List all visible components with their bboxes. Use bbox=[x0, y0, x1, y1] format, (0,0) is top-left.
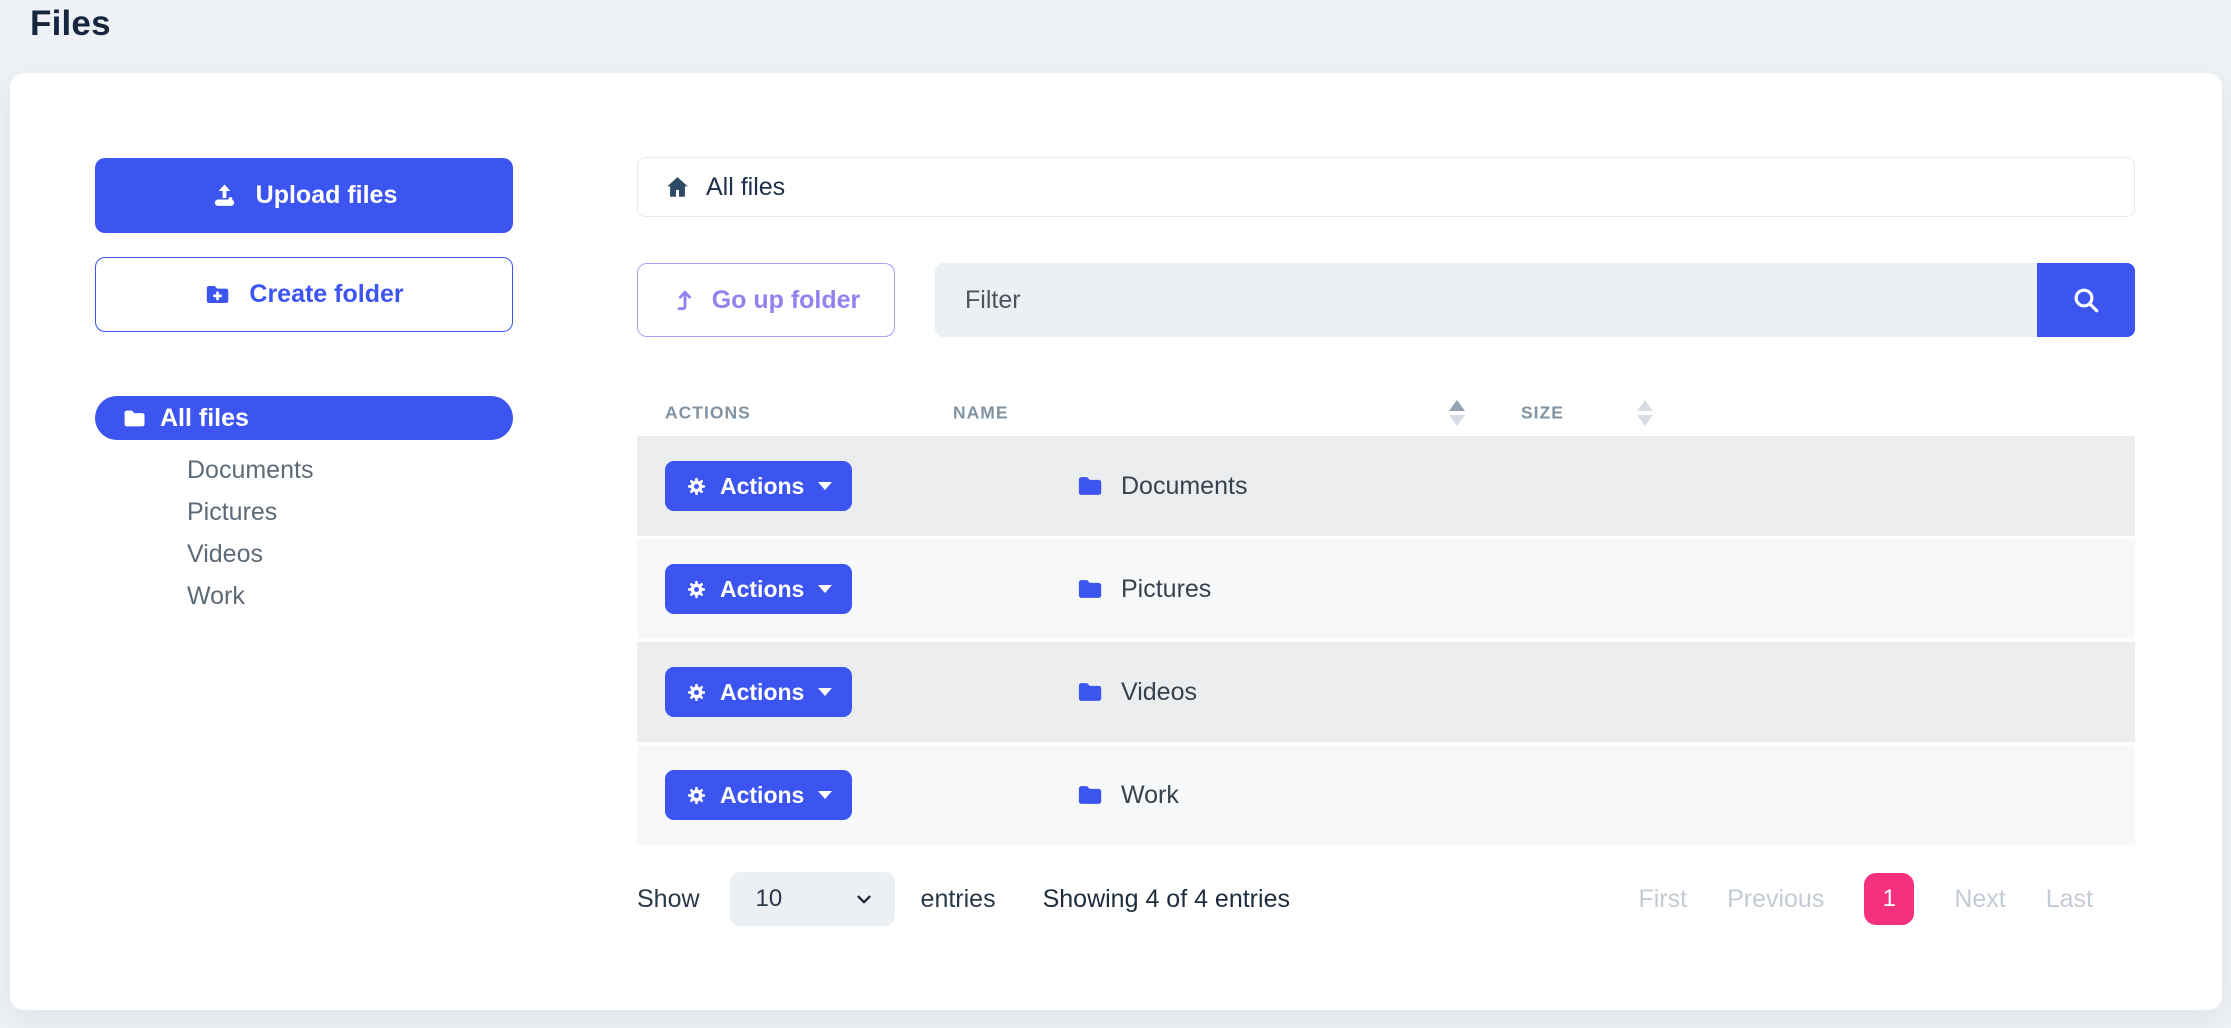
sort-desc-icon bbox=[1449, 415, 1465, 426]
row-actions-label: Actions bbox=[720, 576, 804, 603]
sort-asc-icon bbox=[1637, 400, 1653, 411]
main-panel: All files Go up folder bbox=[637, 157, 2135, 927]
table-row: Actions Documents bbox=[637, 436, 2135, 536]
table-row: Actions Work bbox=[637, 745, 2135, 845]
page-size-value: 10 bbox=[756, 885, 783, 913]
entries-label: entries bbox=[921, 885, 996, 914]
column-header-name[interactable]: NAME bbox=[953, 402, 1009, 423]
row-folder-link[interactable]: Videos bbox=[1076, 642, 1197, 742]
pagination-next-button[interactable]: Next bbox=[1954, 885, 2005, 914]
breadcrumb-label: All files bbox=[706, 173, 785, 202]
tree-item-label: Pictures bbox=[187, 498, 277, 526]
file-manager-page: Files Upload files bbox=[0, 0, 2231, 1028]
row-actions-button[interactable]: Actions bbox=[665, 667, 852, 717]
sort-desc-icon bbox=[1637, 415, 1653, 426]
tree-item-label: Work bbox=[187, 582, 245, 610]
folder-plus-icon bbox=[204, 281, 231, 308]
table-header-row: ACTIONS NAME SIZE bbox=[637, 389, 2135, 436]
row-actions-label: Actions bbox=[720, 473, 804, 500]
table-row: Actions Pictures bbox=[637, 539, 2135, 639]
create-folder-button[interactable]: Create folder bbox=[95, 257, 513, 332]
row-folder-link[interactable]: Work bbox=[1076, 745, 1179, 845]
row-actions-button[interactable]: Actions bbox=[665, 564, 852, 614]
gear-icon bbox=[685, 681, 708, 704]
gear-icon bbox=[685, 784, 708, 807]
caret-down-icon bbox=[818, 585, 832, 593]
pagination-current-page[interactable]: 1 bbox=[1864, 873, 1914, 925]
gear-icon bbox=[685, 475, 708, 498]
tree-item-folder[interactable]: Documents bbox=[95, 449, 513, 491]
tree-item-folder[interactable]: Pictures bbox=[95, 491, 513, 533]
go-up-folder-button[interactable]: Go up folder bbox=[637, 263, 895, 337]
sort-indicator-name-icon[interactable] bbox=[1449, 400, 1465, 426]
folder-icon bbox=[1076, 781, 1104, 809]
pagination-last-button[interactable]: Last bbox=[2046, 885, 2093, 914]
row-actions-button[interactable]: Actions bbox=[665, 770, 852, 820]
pagination-previous-button[interactable]: Previous bbox=[1727, 885, 1824, 914]
go-up-folder-label: Go up folder bbox=[712, 286, 861, 315]
pagination-first-button[interactable]: First bbox=[1638, 885, 1687, 914]
breadcrumb[interactable]: All files bbox=[637, 157, 2135, 217]
tree-item-folder[interactable]: Videos bbox=[95, 533, 513, 575]
table-footer: Show 10 entries Showing 4 of 4 entries F… bbox=[637, 871, 2135, 927]
column-header-actions: ACTIONS bbox=[665, 402, 751, 423]
row-folder-link[interactable]: Documents bbox=[1076, 436, 1247, 536]
arrow-turn-up-icon bbox=[672, 287, 698, 313]
tree-item-all-files[interactable]: All files bbox=[95, 396, 513, 440]
row-folder-name: Videos bbox=[1121, 678, 1197, 707]
tree-item-label: Documents bbox=[187, 456, 313, 484]
row-folder-name: Pictures bbox=[1121, 575, 1211, 604]
gear-icon bbox=[685, 578, 708, 601]
tree-root-label: All files bbox=[160, 404, 249, 433]
upload-icon bbox=[211, 182, 238, 209]
folder-icon bbox=[1076, 575, 1104, 603]
folder-icon bbox=[1076, 678, 1104, 706]
caret-down-icon bbox=[818, 791, 832, 799]
home-icon bbox=[664, 174, 691, 201]
page-size-select[interactable]: 10 bbox=[730, 872, 895, 926]
entries-summary: Showing 4 of 4 entries bbox=[1043, 885, 1290, 914]
table-body: Actions Documents bbox=[637, 436, 2135, 845]
row-folder-name: Work bbox=[1121, 781, 1179, 810]
upload-files-label: Upload files bbox=[256, 181, 398, 210]
pagination: First Previous 1 Next Last bbox=[1638, 871, 2093, 927]
chevron-down-icon bbox=[853, 888, 875, 910]
row-folder-name: Documents bbox=[1121, 472, 1247, 501]
row-actions-label: Actions bbox=[720, 679, 804, 706]
row-actions-button[interactable]: Actions bbox=[665, 461, 852, 511]
toolbar: Go up folder bbox=[637, 263, 2135, 337]
sort-indicator-size-icon[interactable] bbox=[1637, 400, 1653, 426]
row-actions-label: Actions bbox=[720, 782, 804, 809]
caret-down-icon bbox=[818, 688, 832, 696]
row-folder-link[interactable]: Pictures bbox=[1076, 539, 1211, 639]
filter-group bbox=[935, 263, 2135, 337]
folder-icon bbox=[122, 406, 147, 431]
file-manager-card: Upload files Create folder bbox=[10, 73, 2222, 1010]
table-row: Actions Videos bbox=[637, 642, 2135, 742]
create-folder-label: Create folder bbox=[249, 280, 403, 309]
page-title: Files bbox=[30, 4, 111, 44]
column-header-size[interactable]: SIZE bbox=[1521, 402, 1564, 423]
sidebar: Upload files Create folder bbox=[95, 158, 513, 617]
search-icon bbox=[2071, 285, 2101, 315]
tree-item-folder[interactable]: Work bbox=[95, 575, 513, 617]
filter-input[interactable] bbox=[935, 263, 2037, 337]
caret-down-icon bbox=[818, 482, 832, 490]
search-button[interactable] bbox=[2037, 263, 2135, 337]
show-label: Show bbox=[637, 885, 700, 914]
sort-asc-icon bbox=[1449, 400, 1465, 411]
tree-item-label: Videos bbox=[187, 540, 263, 568]
folder-tree: All files Documents Pictures Videos Work bbox=[95, 396, 513, 617]
upload-files-button[interactable]: Upload files bbox=[95, 158, 513, 233]
tree-children: Documents Pictures Videos Work bbox=[95, 449, 513, 617]
folder-icon bbox=[1076, 472, 1104, 500]
